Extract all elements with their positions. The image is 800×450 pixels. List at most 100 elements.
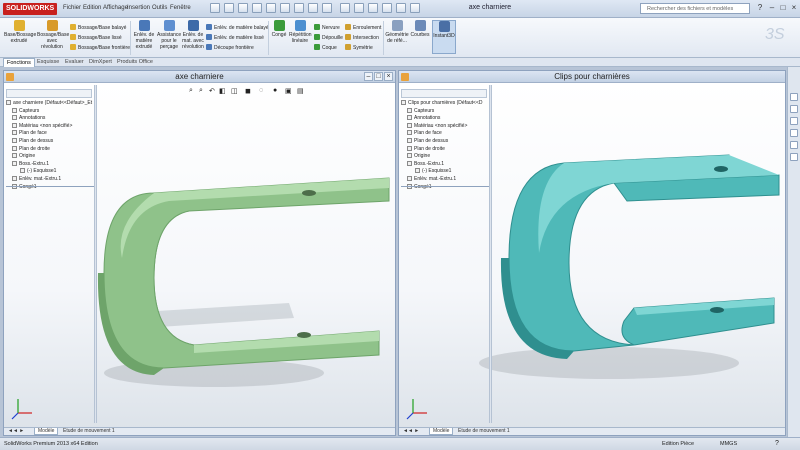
doc-maximize-button[interactable]: □ <box>374 72 383 81</box>
tree-item[interactable]: Enlèv. mat.-Extru.1 <box>401 175 487 184</box>
extruded-cut-button[interactable]: Enlèv. de matière extrudé <box>132 20 156 50</box>
help-status-icon[interactable]: ? <box>775 438 779 450</box>
window-arrange-icon[interactable] <box>368 3 378 13</box>
task-pane-file-explorer-icon[interactable] <box>790 117 798 125</box>
options-icon[interactable] <box>308 3 318 13</box>
doc-close-button[interactable]: × <box>384 72 393 81</box>
tile-icon[interactable] <box>340 3 350 13</box>
task-pane-resources-icon[interactable] <box>790 93 798 101</box>
pane-splitter[interactable] <box>489 85 492 423</box>
close-button[interactable]: × <box>788 3 800 13</box>
tree-item[interactable]: Matériau <non spécifié> <box>401 122 487 131</box>
tree-item[interactable]: Capteurs <box>401 107 487 116</box>
mirror-button[interactable]: Symétrie <box>345 44 381 51</box>
search-input[interactable]: Rechercher des fichiers et modèles <box>640 3 750 14</box>
tree-item[interactable]: (-) Esquisse1 <box>401 168 487 176</box>
view-orientation-icon[interactable]: ◫ <box>231 87 238 95</box>
select-icon[interactable] <box>280 3 290 13</box>
task-pane-custom-properties-icon[interactable] <box>790 153 798 161</box>
tree-root-part[interactable]: axe charniere (Défaut<<Défaut>_Et <box>6 100 92 108</box>
new-file-icon[interactable] <box>210 3 220 13</box>
revolved-cut-button[interactable]: Enlèv. de mat. avec révolution <box>182 20 204 50</box>
tree-item[interactable]: Plan de dessus <box>6 137 92 146</box>
tree-item[interactable]: Congé1 <box>6 183 92 192</box>
swept-cut-button[interactable]: Enlèv. de matière balayé <box>206 24 269 31</box>
tree-item[interactable]: Annotations <box>6 115 92 123</box>
help-icon[interactable]: ? <box>754 3 766 13</box>
tab-etude-de-mouvement[interactable]: Etude de mouvement 1 <box>455 428 513 435</box>
tree-item[interactable]: Boss.-Extru.1 <box>401 160 487 169</box>
tree-item[interactable]: Plan de dessus <box>401 137 487 146</box>
tree-item[interactable]: Congé1 <box>401 183 487 192</box>
menu-fenetre[interactable]: Fenêtre <box>170 5 191 11</box>
window-grid-icon[interactable] <box>396 3 406 13</box>
lofted-boss-button[interactable]: Bossage/Base lissé <box>70 34 130 41</box>
swept-boss-button[interactable]: Bossage/Base balayé <box>70 24 130 31</box>
document-window-axe-charniere[interactable]: axe charniere – □ × ⌕ ⌕ ↶ ◧ ◫ ◼ ◌ ● ▣ ▤ … <box>3 70 396 436</box>
tree-item[interactable]: Capteurs <box>6 107 92 116</box>
fillet-button[interactable]: Congé <box>270 20 288 38</box>
tab-evaluer[interactable]: Evaluer <box>62 58 87 67</box>
tab-etude-de-mouvement[interactable]: Etude de mouvement 1 <box>60 428 118 435</box>
tree-item[interactable]: Matériau <non spécifié> <box>6 122 92 131</box>
window-close-all-icon[interactable] <box>410 3 420 13</box>
reference-geometry-button[interactable]: Géométrie de réfé... <box>385 20 409 44</box>
doc-minimize-button[interactable]: – <box>364 72 373 81</box>
print-icon[interactable] <box>252 3 262 13</box>
nav-arrows[interactable]: ◄◄ ► <box>400 428 422 435</box>
tree-item[interactable]: Boss.-Extru.1 <box>6 160 92 169</box>
view-icon[interactable] <box>322 3 332 13</box>
shell-button[interactable]: Coque <box>314 44 343 51</box>
task-pane-appearances-icon[interactable] <box>790 141 798 149</box>
display-style-icon[interactable]: ◼ <box>245 87 251 95</box>
cascade-icon[interactable] <box>354 3 364 13</box>
window-split-icon[interactable] <box>382 3 392 13</box>
menu-outils[interactable]: Outils <box>152 5 167 11</box>
pane-splitter[interactable] <box>94 85 97 423</box>
tree-item[interactable]: Plan de droite <box>401 145 487 154</box>
nav-arrows[interactable]: ◄◄ ► <box>5 428 27 435</box>
lofted-cut-button[interactable]: Enlèv. de matière lissé <box>206 34 269 41</box>
save-icon[interactable] <box>238 3 248 13</box>
tree-item[interactable]: Plan de face <box>401 130 487 138</box>
menu-insertion[interactable]: Insertion <box>127 5 150 11</box>
tree-item[interactable]: Enlèv. mat.-Extru.1 <box>6 175 92 184</box>
hole-wizard-button[interactable]: Assistance pour le perçage <box>157 20 181 50</box>
task-pane-design-library-icon[interactable] <box>790 105 798 113</box>
feature-manager-tabs[interactable] <box>401 89 487 98</box>
section-view-icon[interactable]: ◧ <box>219 87 226 95</box>
previous-view-icon[interactable]: ↶ <box>209 87 215 95</box>
tree-item[interactable]: Origine <box>401 153 487 161</box>
tree-item[interactable]: (-) Esquisse1 <box>6 168 92 176</box>
rib-button[interactable]: Nervure <box>314 24 343 31</box>
hide-show-icon[interactable]: ◌ <box>259 87 263 94</box>
menu-affichage[interactable]: Affichage <box>103 5 128 11</box>
tree-item[interactable]: Plan de face <box>6 130 92 138</box>
open-file-icon[interactable] <box>224 3 234 13</box>
tab-esquisse[interactable]: Esquisse <box>34 58 62 67</box>
draft-button[interactable]: Dépouille <box>314 34 343 41</box>
tree-item[interactable]: Plan de droite <box>6 145 92 154</box>
undo-icon[interactable] <box>266 3 276 13</box>
boundary-boss-button[interactable]: Bossage/Base frontière <box>70 44 130 51</box>
tree-item[interactable]: Annotations <box>401 115 487 123</box>
scene-icon[interactable]: ▣ <box>285 87 292 95</box>
wrap-button[interactable]: Enroulement <box>345 24 381 31</box>
view-settings-icon[interactable]: ▤ <box>297 87 304 95</box>
extruded-boss-button[interactable]: Base/Bossage extrudé <box>4 20 36 44</box>
tab-modele[interactable]: Modèle <box>34 428 59 435</box>
tab-modele[interactable]: Modèle <box>429 428 454 435</box>
tab-produits-office[interactable]: Produits Office <box>114 58 156 67</box>
tree-root-part[interactable]: Clips pour charnières (Défaut<<D <box>401 100 487 108</box>
tab-fonctions[interactable]: Fonctions <box>3 58 35 67</box>
solidworks-logo[interactable]: SOLIDWORKS <box>3 3 58 15</box>
instant3d-button[interactable]: Instant3D <box>432 20 456 54</box>
task-pane-view-palette-icon[interactable] <box>790 129 798 137</box>
boundary-cut-button[interactable]: Découpe frontière <box>206 44 269 51</box>
feature-manager-tabs[interactable] <box>6 89 92 98</box>
revolved-boss-button[interactable]: Bossage/Base avec révolution <box>37 20 69 50</box>
linear-pattern-button[interactable]: Répétition linéaire <box>289 20 312 44</box>
tree-item[interactable]: Origine <box>6 153 92 161</box>
status-units[interactable]: MMGS <box>720 438 737 450</box>
menu-edition[interactable]: Edition <box>83 5 101 11</box>
